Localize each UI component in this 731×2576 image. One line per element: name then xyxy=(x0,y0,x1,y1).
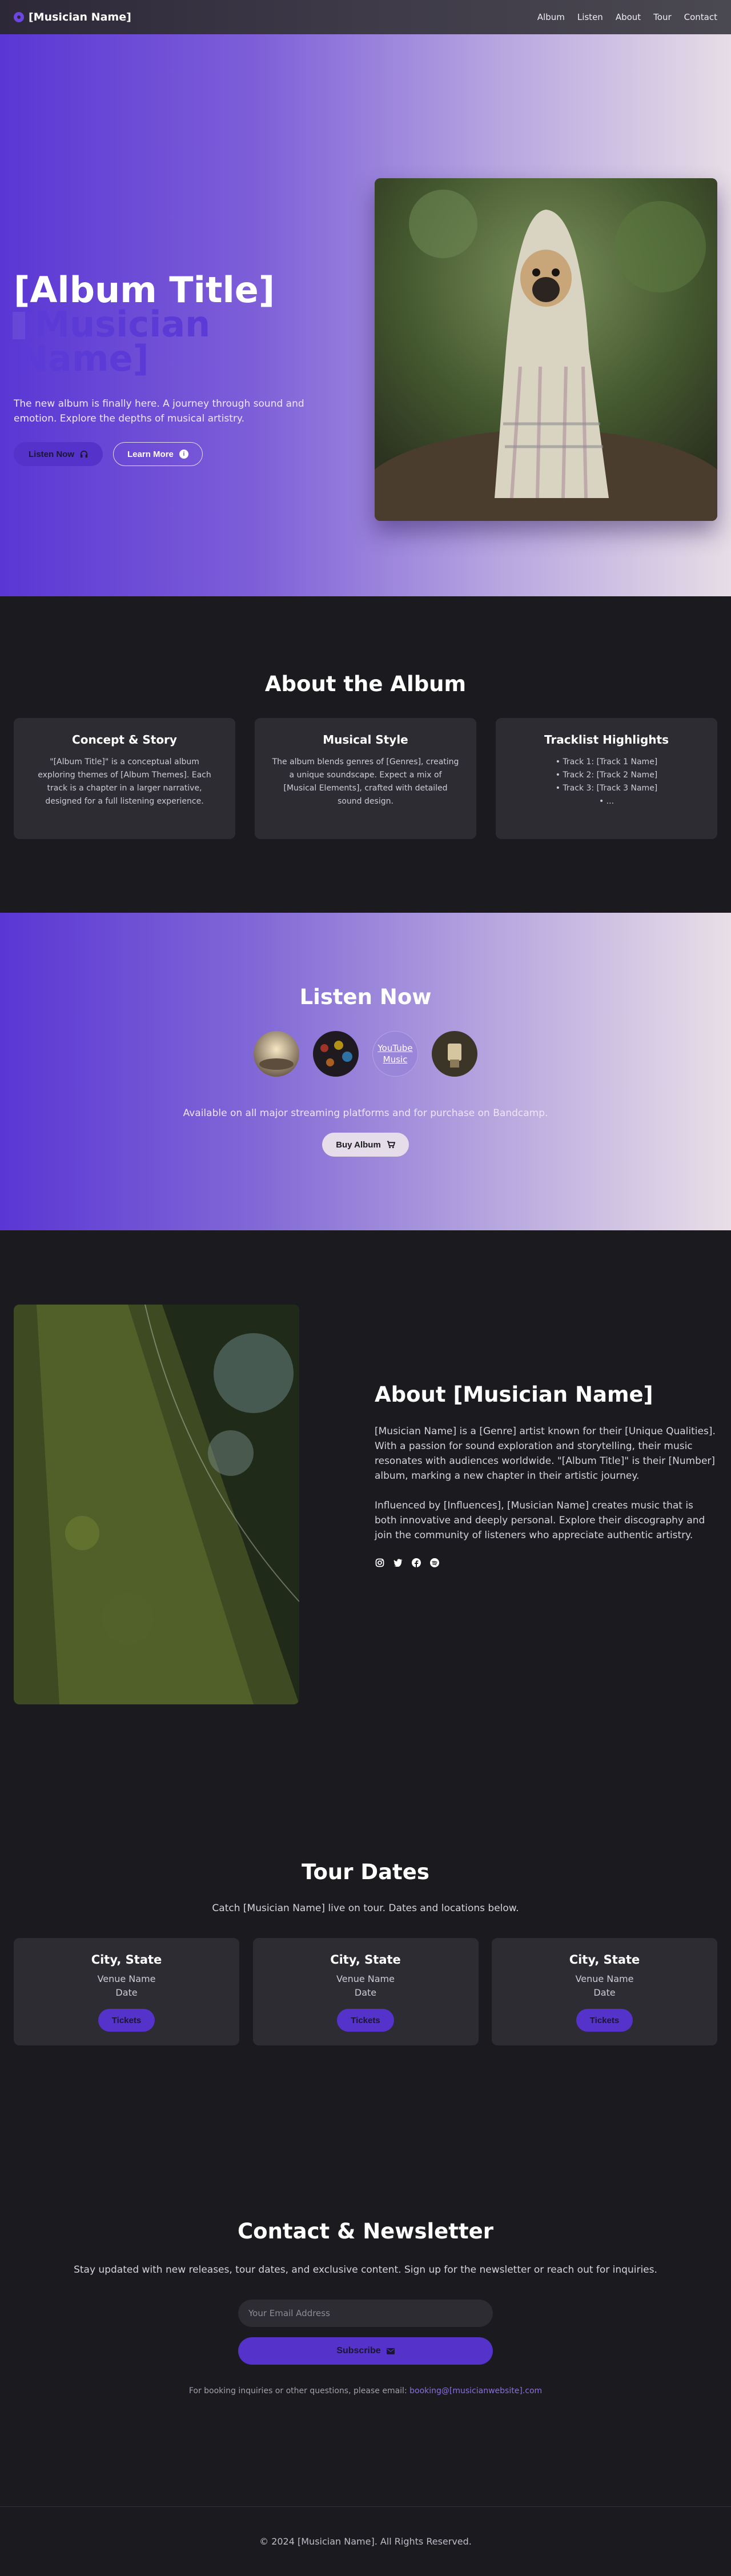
listen-now-button[interactable]: Listen Now xyxy=(14,442,103,466)
top-navbar: [Musician Name] Album Listen About Tour … xyxy=(0,0,731,34)
about-musician-title: About [Musician Name] xyxy=(375,1382,653,1407)
nav-link-listen[interactable]: Listen xyxy=(577,12,603,22)
platform-thumbnail xyxy=(313,1031,359,1077)
platform-thumbnail xyxy=(254,1031,299,1077)
envelope-icon xyxy=(386,2348,395,2354)
tour-card: City, State Venue Name Date Tickets xyxy=(14,1938,239,2045)
youtube-music-label: YouTube Music xyxy=(377,1043,413,1065)
track-item: Track 1: [Track 1 Name] xyxy=(513,756,700,769)
tour-date: Date xyxy=(593,1987,616,1998)
about-album-title: About the Album xyxy=(264,672,467,696)
tour-venue: Venue Name xyxy=(336,1973,395,1984)
brand[interactable]: [Musician Name] xyxy=(14,11,131,23)
headphones-icon xyxy=(80,450,88,458)
tour-date: Date xyxy=(354,1987,377,1998)
musician-photo xyxy=(14,1305,299,1704)
tour-card: City, State Venue Name Date Tickets xyxy=(492,1938,717,2045)
subscribe-label: Subscribe xyxy=(336,2346,381,2356)
footer: © 2024 [Musician Name]. All Rights Reser… xyxy=(0,2506,731,2576)
contact-title: Contact & Newsletter xyxy=(238,2219,493,2244)
nav-links: Album Listen About Tour Contact xyxy=(537,12,717,22)
hero-buttons: Listen Now Learn More i xyxy=(14,442,345,466)
musician-bio: About [Musician Name] [Musician Name] is… xyxy=(375,1382,717,1568)
availability-text: Available on all major streaming platfor… xyxy=(183,1108,548,1119)
youtube-music-link[interactable]: YouTube Music xyxy=(372,1031,418,1077)
brand-name: [Musician Name] xyxy=(29,11,131,23)
album-card-style: Musical Style The album blends genres of… xyxy=(255,718,476,839)
mossy-tree-photo xyxy=(14,1305,299,1704)
nav-link-tour[interactable]: Tour xyxy=(653,12,671,22)
tour-city: City, State xyxy=(330,1953,401,1967)
platform-link-2[interactable] xyxy=(313,1031,359,1077)
spotify-icon[interactable] xyxy=(429,1558,440,1568)
album-card-tracklist: Tracklist Highlights Track 1: [Track 1 N… xyxy=(496,718,717,839)
tickets-button[interactable]: Tickets xyxy=(337,2009,394,2032)
booking-note: For booking inquiries or other questions… xyxy=(0,2386,731,2396)
learn-more-label: Learn More xyxy=(127,449,174,459)
booking-prefix: For booking inquiries or other questions… xyxy=(188,2386,407,2396)
listen-section: Listen Now YouTube Music Available on al… xyxy=(0,913,731,1230)
track-item: ... xyxy=(513,795,700,808)
track-item: Track 2: [Track 2 Name] xyxy=(513,769,700,782)
facebook-icon[interactable] xyxy=(411,1558,421,1568)
hero-text: [Album Title] [Musician Name] The new al… xyxy=(13,269,345,466)
bio-paragraph: [Musician Name] is a [Genre] artist know… xyxy=(375,1426,716,1482)
card-body: The album blends genres of [Genres], cre… xyxy=(272,757,459,806)
email-input[interactable] xyxy=(238,2300,493,2327)
buy-album-label: Buy Album xyxy=(336,1139,381,1150)
tickets-button[interactable]: Tickets xyxy=(98,2009,155,2032)
platform-link-4[interactable] xyxy=(432,1031,477,1077)
tour-date: Date xyxy=(115,1987,138,1998)
social-links xyxy=(375,1558,717,1568)
platform-links: YouTube Music xyxy=(0,1031,731,1077)
vinyl-icon xyxy=(14,12,24,22)
tour-card: City, State Venue Name Date Tickets xyxy=(252,1938,479,2045)
card-title: Musical Style xyxy=(323,733,408,747)
contact-subtitle: Stay updated with new releases, tour dat… xyxy=(74,2264,657,2276)
card-body: "[Album Title]" is a conceptual album ex… xyxy=(38,757,211,806)
platform-thumbnail xyxy=(432,1031,477,1077)
cart-icon xyxy=(387,1141,395,1149)
bio-paragraph: Influenced by [Influences], [Musician Na… xyxy=(375,1500,705,1541)
tour-subtitle: Catch [Musician Name] live on tour. Date… xyxy=(212,1903,519,1914)
instagram-icon[interactable] xyxy=(375,1558,385,1568)
subscribe-button[interactable]: Subscribe xyxy=(238,2337,493,2365)
album-cards: Concept & Story "[Album Title]" is a con… xyxy=(0,718,731,839)
platform-link-1[interactable] xyxy=(254,1031,299,1077)
copyright-text: © 2024 [Musician Name]. All Rights Reser… xyxy=(259,2536,472,2547)
tour-cards: City, State Venue Name Date Tickets City… xyxy=(0,1938,731,2045)
tracklist: Track 1: [Track 1 Name] Track 2: [Track … xyxy=(513,756,700,808)
hero-section: [Album Title] [Musician Name] The new al… xyxy=(0,34,731,596)
tour-title: Tour Dates xyxy=(302,1860,429,1884)
twitter-icon[interactable] xyxy=(393,1558,403,1568)
card-title: Tracklist Highlights xyxy=(544,733,669,747)
listen-title: Listen Now xyxy=(299,985,432,1009)
nav-link-album[interactable]: Album xyxy=(537,12,565,22)
nav-link-contact[interactable]: Contact xyxy=(684,12,717,22)
nav-link-about[interactable]: About xyxy=(616,12,641,22)
album-cover-image xyxy=(375,178,717,521)
album-card-concept: Concept & Story "[Album Title]" is a con… xyxy=(14,718,235,839)
card-title: Concept & Story xyxy=(72,733,177,747)
tour-section: Tour Dates Catch [Musician Name] live on… xyxy=(0,1801,731,2156)
pug-in-blanket-photo xyxy=(375,178,717,521)
learn-more-button[interactable]: Learn More i xyxy=(113,442,203,466)
listen-now-label: Listen Now xyxy=(29,449,75,459)
info-icon: i xyxy=(179,450,188,459)
tour-venue: Venue Name xyxy=(97,1973,156,1984)
about-album-section: About the Album Concept & Story "[Album … xyxy=(0,596,731,913)
album-title: [Album Title] xyxy=(14,269,275,311)
booking-email-link[interactable]: booking@[musicianwebsite].com xyxy=(409,2386,542,2396)
buy-album-button[interactable]: Buy Album xyxy=(322,1133,409,1157)
about-musician-section: About [Musician Name] [Musician Name] is… xyxy=(0,1230,731,1801)
tour-venue: Venue Name xyxy=(575,1973,634,1984)
musician-name-heading: [Musician Name] xyxy=(13,307,345,376)
tickets-button[interactable]: Tickets xyxy=(576,2009,633,2032)
hero-description: The new album is finally here. A journey… xyxy=(14,398,304,424)
track-item: Track 3: [Track 3 Name] xyxy=(513,782,700,795)
tour-city: City, State xyxy=(91,1953,162,1967)
contact-section: Contact & Newsletter Stay updated with n… xyxy=(0,2156,731,2506)
tour-city: City, State xyxy=(569,1953,640,1967)
